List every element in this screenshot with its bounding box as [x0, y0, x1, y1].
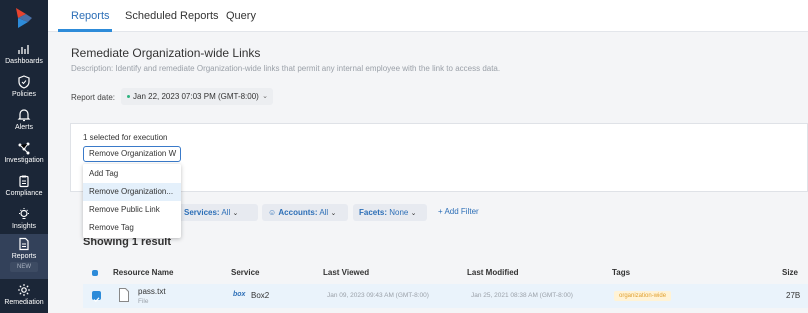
tag-badge: organization-wide — [614, 291, 672, 301]
sidebar-item-dashboards[interactable]: Dashboards — [0, 42, 48, 65]
chevron-down-icon: ⌄ — [232, 210, 239, 217]
sidebar-item-investigation[interactable]: Investigation — [0, 141, 48, 164]
check-icon — [93, 297, 100, 303]
active-tab-indicator — [58, 29, 112, 32]
menu-item-remove-public-link[interactable]: Remove Public Link — [83, 201, 181, 219]
chevron-down-icon: ⌄ — [330, 210, 337, 217]
sidebar-item-policies[interactable]: Policies — [0, 75, 48, 98]
report-date-label: Report date: — [71, 93, 116, 102]
last-viewed: Jan 09, 2023 09:43 AM (GMT-8:00) — [327, 292, 429, 299]
add-filter-button[interactable]: + Add Filter — [438, 207, 479, 216]
remediation-action-select[interactable]: Remove Organization W — [83, 146, 181, 162]
logo — [16, 8, 32, 28]
menu-item-remove-tag[interactable]: Remove Tag — [83, 219, 181, 237]
sidebar-item-remediation[interactable]: Remediation — [0, 283, 48, 306]
sidebar-item-insights[interactable]: Insights — [0, 207, 48, 230]
sidebar-item-label: Dashboards — [5, 58, 43, 65]
sidebar-item-label: Compliance — [5, 190, 43, 197]
accounts-filter[interactable]: ☺ Accounts: All ⌄ — [262, 204, 348, 221]
selected-count-text: 1 selected for execution — [83, 133, 168, 142]
tab-query[interactable]: Query — [226, 10, 256, 22]
bell-icon — [17, 109, 31, 122]
sidebar-item-label: Insights — [11, 223, 37, 230]
column-header-last-modified[interactable]: Last Modified — [467, 268, 519, 277]
column-header-tags[interactable]: Tags — [612, 268, 630, 277]
table-row[interactable] — [83, 284, 808, 308]
sidebar-item-label: Policies — [11, 91, 37, 98]
menu-item-remove-organization[interactable]: Remove Organization... — [83, 183, 181, 201]
file-size: 27B — [786, 291, 801, 300]
column-header-service[interactable]: Service — [231, 268, 259, 277]
tab-reports[interactable]: Reports — [71, 10, 110, 22]
sidebar-item-label: Remediation — [4, 299, 44, 306]
select-all-checkbox[interactable] — [92, 270, 98, 276]
page-description: Description: Identify and remediate Orga… — [71, 64, 501, 73]
column-header-last-viewed[interactable]: Last Viewed — [323, 268, 369, 277]
shield-icon — [18, 75, 30, 89]
chevron-down-icon: ⌄ — [262, 93, 268, 100]
resource-type: File — [138, 298, 149, 305]
page-title: Remediate Organization-wide Links — [71, 46, 261, 60]
services-filter-label: Services: — [184, 208, 220, 217]
accounts-filter-label: Accounts: — [278, 208, 318, 217]
facets-filter-value: None — [389, 208, 409, 217]
column-header-resource-name[interactable]: Resource Name — [113, 268, 173, 277]
last-modified: Jan 25, 2021 08:38 AM (GMT-8:00) — [471, 292, 573, 299]
report-date-value: Jan 22, 2023 07:03 PM (GMT-8:00) — [133, 92, 259, 101]
report-date-select[interactable]: Jan 22, 2023 07:03 PM (GMT-8:00) ⌄ — [121, 88, 273, 105]
box-logo-icon: box — [233, 291, 246, 298]
users-icon: ☺ — [268, 208, 277, 217]
sidebar-item-label: Reports — [11, 253, 37, 260]
clipboard-icon — [19, 175, 29, 188]
action-dropdown-menu: Add Tag Remove Organization... Remove Pu… — [83, 164, 181, 238]
sidebar-item-alerts[interactable]: Alerts — [0, 108, 48, 131]
sidebar-item-compliance[interactable]: Compliance — [0, 174, 48, 197]
facets-filter[interactable]: Facets: None ⌄ — [353, 204, 427, 221]
document-icon — [19, 237, 29, 251]
resource-name[interactable]: pass.txt — [138, 287, 166, 296]
services-filter[interactable]: Services: All ⌄ — [178, 204, 258, 221]
file-icon — [119, 288, 129, 302]
tab-scheduled-reports[interactable]: Scheduled Reports — [125, 10, 219, 22]
chevron-down-icon: ⌄ — [410, 210, 417, 217]
status-dot — [127, 95, 130, 99]
accounts-filter-value: All — [319, 208, 329, 217]
bulb-icon — [19, 208, 29, 220]
services-filter-value: All — [221, 208, 231, 217]
chart-icon — [18, 45, 29, 54]
graph-icon — [18, 142, 30, 155]
service-name: Box2 — [251, 291, 270, 300]
sidebar-item-label: Alerts — [15, 124, 33, 131]
sidebar: Dashboards Policies Alerts Investigation… — [0, 0, 48, 313]
menu-item-add-tag[interactable]: Add Tag — [83, 165, 181, 183]
new-badge: NEW — [10, 262, 38, 272]
facets-filter-label: Facets: — [359, 208, 388, 217]
sidebar-item-label: Investigation — [4, 157, 44, 164]
column-header-size[interactable]: Size — [782, 268, 798, 277]
row-checkbox[interactable] — [92, 291, 101, 303]
gear-icon — [18, 284, 30, 296]
sidebar-item-reports[interactable]: Reports NEW — [0, 234, 48, 279]
